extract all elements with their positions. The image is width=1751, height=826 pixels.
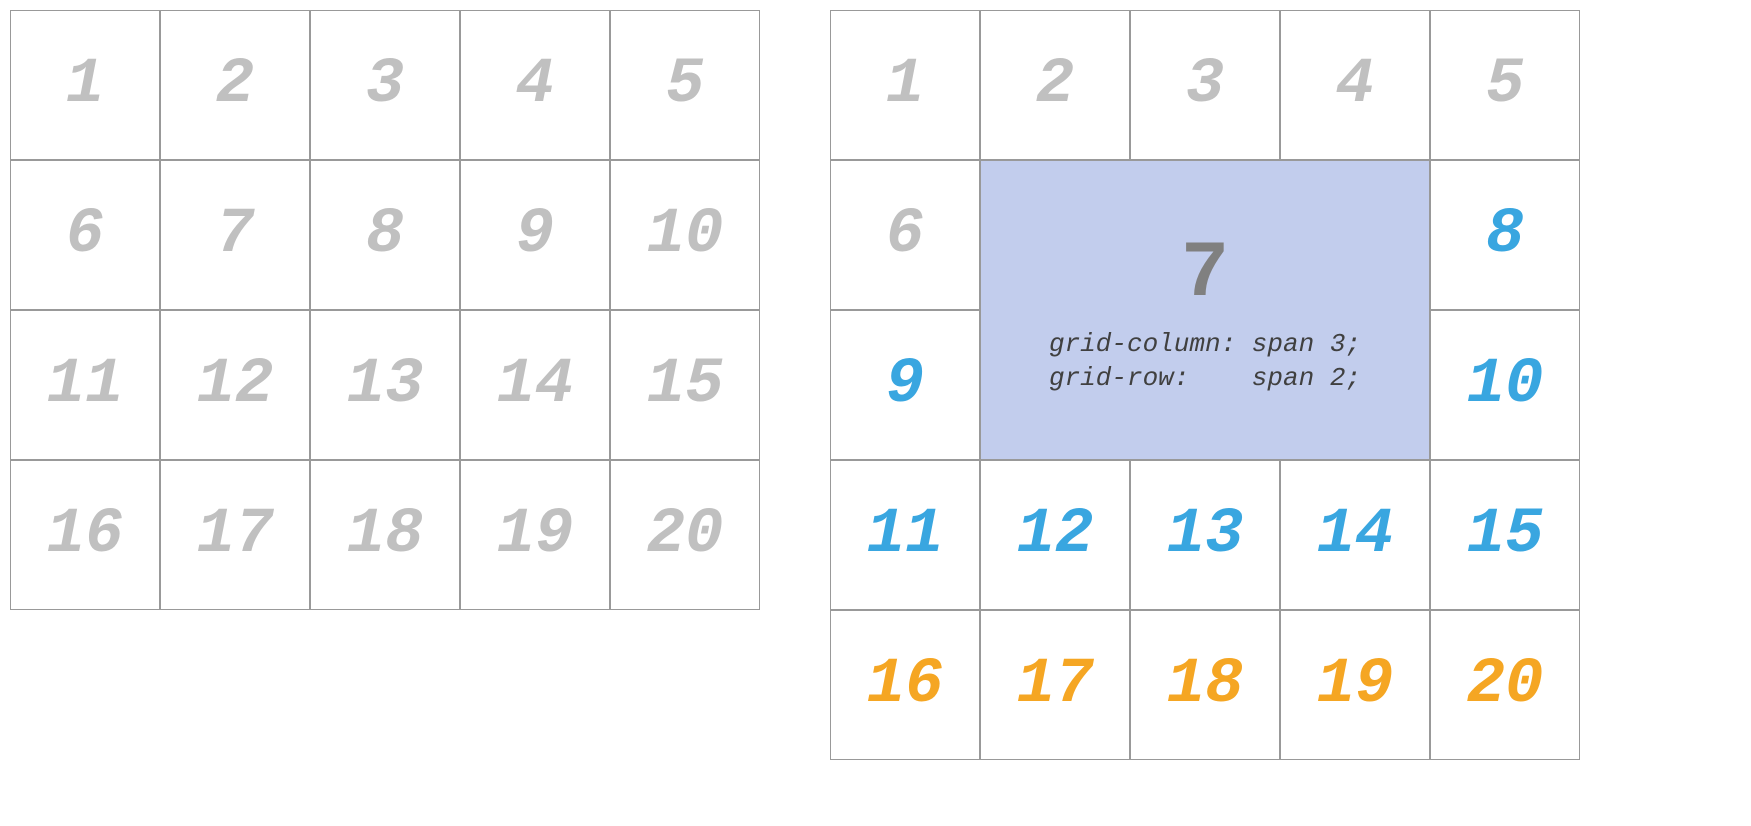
right-cell-6: 6: [830, 160, 980, 310]
span-cell-code-line2: grid-row: span 2;: [1049, 363, 1361, 393]
right-cell-15: 15: [1430, 460, 1580, 610]
left-cell-13: 13: [310, 310, 460, 460]
right-cell-12: 12: [980, 460, 1130, 610]
right-cell-3: 3: [1130, 10, 1280, 160]
right-cell-18: 18: [1130, 610, 1280, 760]
span-cell-code: grid-column: span 3; grid-row: span 2;: [1049, 328, 1361, 396]
right-grid: 1 2 3 4 5 6 7 grid-column: span 3; grid-…: [830, 10, 1580, 760]
right-cell-8: 8: [1430, 160, 1580, 310]
left-cell-2: 2: [160, 10, 310, 160]
left-cell-5: 5: [610, 10, 760, 160]
right-cell-20: 20: [1430, 610, 1580, 760]
left-cell-8: 8: [310, 160, 460, 310]
diagram-wrapper: 1 2 3 4 5 6 7 8 9 10 11 12 13 14 15 16 1…: [10, 10, 1741, 760]
right-cell-17: 17: [980, 610, 1130, 760]
left-cell-14: 14: [460, 310, 610, 460]
span-cell-code-line1: grid-column: span 3;: [1049, 329, 1361, 359]
left-cell-10: 10: [610, 160, 760, 310]
right-cell-16: 16: [830, 610, 980, 760]
left-cell-9: 9: [460, 160, 610, 310]
left-cell-15: 15: [610, 310, 760, 460]
right-cell-5: 5: [1430, 10, 1580, 160]
left-cell-12: 12: [160, 310, 310, 460]
left-cell-4: 4: [460, 10, 610, 160]
left-cell-18: 18: [310, 460, 460, 610]
right-cell-14: 14: [1280, 460, 1430, 610]
left-cell-11: 11: [10, 310, 160, 460]
left-cell-16: 16: [10, 460, 160, 610]
right-cell-11: 11: [830, 460, 980, 610]
left-cell-19: 19: [460, 460, 610, 610]
left-cell-3: 3: [310, 10, 460, 160]
left-cell-6: 6: [10, 160, 160, 310]
right-cell-1: 1: [830, 10, 980, 160]
left-cell-20: 20: [610, 460, 760, 610]
right-cell-4: 4: [1280, 10, 1430, 160]
right-cell-9: 9: [830, 310, 980, 460]
left-cell-17: 17: [160, 460, 310, 610]
left-cell-7: 7: [160, 160, 310, 310]
right-span-cell-7: 7 grid-column: span 3; grid-row: span 2;: [980, 160, 1430, 460]
span-cell-number: 7: [1181, 229, 1229, 320]
left-grid: 1 2 3 4 5 6 7 8 9 10 11 12 13 14 15 16 1…: [10, 10, 760, 610]
right-cell-10: 10: [1430, 310, 1580, 460]
right-cell-13: 13: [1130, 460, 1280, 610]
right-cell-2: 2: [980, 10, 1130, 160]
left-cell-1: 1: [10, 10, 160, 160]
right-cell-19: 19: [1280, 610, 1430, 760]
